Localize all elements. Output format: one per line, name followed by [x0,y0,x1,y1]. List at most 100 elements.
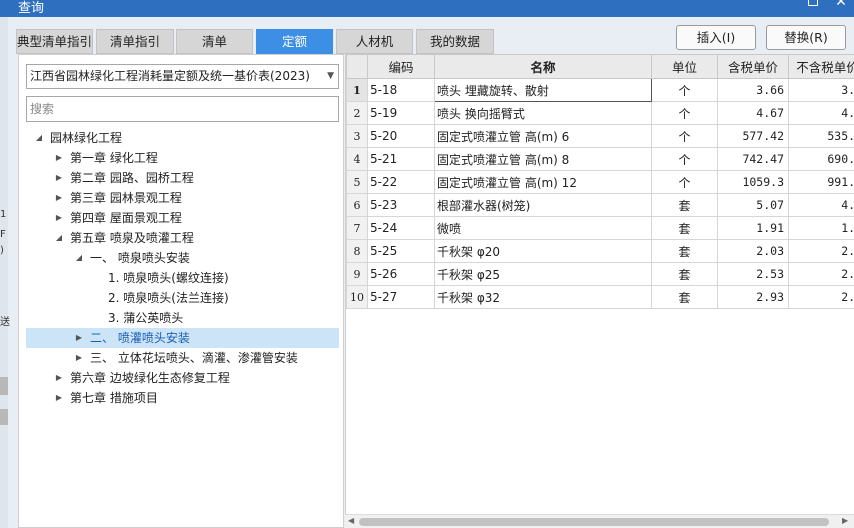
tab-typical-list-guide[interactable]: 典型清单指引 [16,29,93,54]
name-cell[interactable]: 千秋架 φ20 [434,239,652,263]
code-cell[interactable]: 5-18 [367,78,435,102]
collapsed-arrow-icon[interactable]: ▶ [54,208,64,228]
tree-item[interactable]: ▶ 第二章 园路、园桥工程 [26,168,339,188]
row-number[interactable]: 9 [346,262,368,286]
title-bar[interactable]: 查询 ✕ [0,0,854,17]
code-header[interactable]: 编码 [367,54,435,79]
row-number[interactable]: 5 [346,170,368,194]
name-cell[interactable]: 固定式喷灌立管 高(m) 12 [434,170,652,194]
name-cell[interactable]: 千秋架 φ25 [434,262,652,286]
collapsed-arrow-icon[interactable]: ▶ [54,168,64,188]
notax-price-cell[interactable]: 2.5 [788,262,854,286]
table-row[interactable]: 75-24微喷套1.911.8 [346,216,854,240]
code-cell[interactable]: 5-25 [367,239,435,263]
tree-item[interactable]: 3. 蒲公英喷头 [26,308,339,328]
tree-item[interactable]: ◢ 一、 喷泉喷头安装 [26,248,339,268]
notax-price-cell[interactable]: 991.3 [788,170,854,194]
unit-cell[interactable]: 套 [651,262,718,286]
unit-cell[interactable]: 个 [651,147,718,171]
row-number[interactable]: 10 [346,285,368,309]
tab-list-guide[interactable]: 清单指引 [96,29,174,54]
notax-price-cell[interactable]: 535.0 [788,124,854,148]
table-row[interactable]: 105-27千秋架 φ32套2.932.9 [346,285,854,309]
name-cell[interactable]: 千秋架 φ32 [434,285,652,309]
table-row[interactable]: 45-21固定式喷灌立管 高(m) 8个742.47690.0 [346,147,854,171]
name-cell[interactable]: 根部灌水器(树笼) [434,193,652,217]
tree-item[interactable]: ▶ 三、 立体花坛喷头、滴灌、渗灌管安装 [26,348,339,368]
code-cell[interactable]: 5-24 [367,216,435,240]
tree-item[interactable]: ▶ 第四章 屋面景观工程 [26,208,339,228]
unit-cell[interactable]: 个 [651,101,718,125]
tax-price-cell[interactable]: 2.03 [717,239,789,263]
notax-price-cell[interactable]: 2.9 [788,285,854,309]
row-number[interactable]: 2 [346,101,368,125]
tree-item[interactable]: ◢ 园林绿化工程 [26,128,339,148]
table-row[interactable]: 85-25千秋架 φ20套2.032.0 [346,239,854,263]
tree-item[interactable]: ▶ 第一章 绿化工程 [26,148,339,168]
notax-price-cell[interactable]: 4.8 [788,193,854,217]
code-cell[interactable]: 5-19 [367,101,435,125]
search-input[interactable] [26,96,339,122]
code-cell[interactable]: 5-26 [367,262,435,286]
table-row[interactable]: 65-23根部灌水器(树笼)套5.074.8 [346,193,854,217]
notax-price-cell[interactable]: 4.5 [788,101,854,125]
scrollbar-thumb[interactable] [359,518,829,526]
notax-price-cell[interactable]: 690.0 [788,147,854,171]
collapsed-arrow-icon[interactable]: ▶ [54,368,64,388]
unit-header[interactable]: 单位 [651,54,718,79]
name-header[interactable]: 名称 [434,54,652,79]
notax-price-header[interactable]: 不含税单价 [788,54,854,79]
tree-item[interactable]: ▶ 二、 喷灌喷头安装 [26,328,339,348]
tax-price-header[interactable]: 含税单价 [717,54,789,79]
tree-item[interactable]: 2. 喷泉喷头(法兰连接) [26,288,339,308]
tax-price-cell[interactable]: 1.91 [717,216,789,240]
row-number[interactable]: 1 [346,78,368,102]
unit-cell[interactable]: 个 [651,124,718,148]
code-cell[interactable]: 5-20 [367,124,435,148]
row-number[interactable]: 4 [346,147,368,171]
code-cell[interactable]: 5-27 [367,285,435,309]
expanded-arrow-icon[interactable]: ◢ [74,248,84,268]
unit-cell[interactable]: 套 [651,193,718,217]
notax-price-cell[interactable]: 3.5 [788,78,854,102]
unit-cell[interactable]: 套 [651,285,718,309]
scroll-right-icon[interactable]: ▶ [842,516,848,525]
unit-cell[interactable]: 套 [651,216,718,240]
name-cell[interactable]: 喷头 换向摇臂式 [434,101,652,125]
code-cell[interactable]: 5-22 [367,170,435,194]
tab-labor-material-machine[interactable]: 人材机 [336,29,413,54]
row-number[interactable]: 7 [346,216,368,240]
maximize-icon[interactable] [808,0,818,6]
collapsed-arrow-icon[interactable]: ▶ [74,348,84,368]
tree-item[interactable]: ▶ 第七章 措施项目 [26,388,339,408]
name-cell[interactable]: 喷头 埋藏旋转、散射 [434,78,652,102]
collapsed-arrow-icon[interactable]: ▶ [74,328,84,348]
collapsed-arrow-icon[interactable]: ▶ [54,388,64,408]
table-row[interactable]: 55-22固定式喷灌立管 高(m) 12个1059.3991.3 [346,170,854,194]
name-cell[interactable]: 固定式喷灌立管 高(m) 8 [434,147,652,171]
tab-quota[interactable]: 定额 [256,29,333,54]
tax-price-cell[interactable]: 742.47 [717,147,789,171]
tax-price-cell[interactable]: 5.07 [717,193,789,217]
table-row[interactable]: 25-19喷头 换向摇臂式个4.674.5 [346,101,854,125]
tax-price-cell[interactable]: 2.93 [717,285,789,309]
tax-price-cell[interactable]: 4.67 [717,101,789,125]
tree-item[interactable]: ▶ 第六章 边坡绿化生态修复工程 [26,368,339,388]
horizontal-scrollbar[interactable]: ◀ ▶ [345,514,854,528]
unit-cell[interactable]: 个 [651,170,718,194]
row-number[interactable]: 3 [346,124,368,148]
tax-price-cell[interactable]: 2.53 [717,262,789,286]
row-number[interactable]: 8 [346,239,368,263]
code-cell[interactable]: 5-21 [367,147,435,171]
name-cell[interactable]: 固定式喷灌立管 高(m) 6 [434,124,652,148]
tree-item[interactable]: ◢ 第五章 喷泉及喷灌工程 [26,228,339,248]
expanded-arrow-icon[interactable]: ◢ [54,228,64,248]
tree-item[interactable]: ▶ 第三章 园林景观工程 [26,188,339,208]
notax-price-cell[interactable]: 1.8 [788,216,854,240]
replace-button[interactable]: 替换(R) [766,25,846,50]
notax-price-cell[interactable]: 2.0 [788,239,854,263]
table-row[interactable]: 95-26千秋架 φ25套2.532.5 [346,262,854,286]
tax-price-cell[interactable]: 3.66 [717,78,789,102]
row-number[interactable]: 6 [346,193,368,217]
close-icon[interactable]: ✕ [834,0,848,9]
